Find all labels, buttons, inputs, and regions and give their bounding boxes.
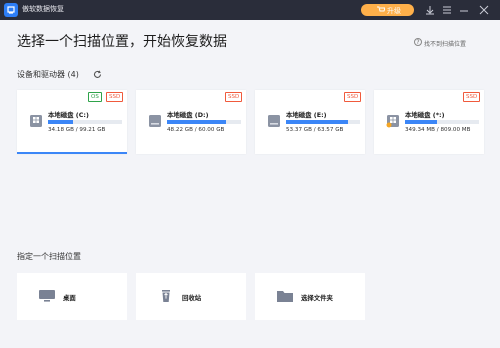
ssd-badge: SSD	[463, 92, 481, 102]
drive-size: 349.34 MB / 809.00 MB	[405, 127, 471, 133]
recycle-bin-icon	[162, 290, 170, 302]
upgrade-button[interactable]: 升级	[361, 4, 414, 16]
help-link[interactable]: 找不到扫描位置	[424, 39, 466, 48]
minimize-icon[interactable]	[458, 3, 470, 17]
drive-name: 本地磁盘 (*:)	[405, 111, 445, 119]
download-icon[interactable]	[424, 3, 436, 17]
drive-size: 34.18 GB / 99.21 GB	[48, 127, 106, 133]
windows-drive-warning-icon	[386, 115, 399, 128]
menu-icon[interactable]	[441, 3, 453, 17]
drive-name: 本地磁盘 (C:)	[48, 111, 89, 119]
ssd-badge: SSD	[225, 92, 243, 102]
location-recycle-bin[interactable]: 回收站	[136, 273, 246, 320]
page-title: 选择一个扫描位置，开始恢复数据	[17, 34, 227, 50]
desktop-icon	[39, 290, 55, 302]
drive-card-star[interactable]: SSD 本地磁盘 (*:) 349.34 MB / 809.00 MB	[374, 90, 484, 154]
drive-name: 本地磁盘 (E:)	[286, 111, 327, 119]
os-badge: OS	[88, 92, 102, 102]
refresh-icon[interactable]	[93, 70, 102, 79]
close-icon[interactable]	[478, 3, 490, 17]
drive-usage-bar	[167, 120, 241, 124]
drive-card-c[interactable]: OS SSD 本地磁盘 (C:) 34.18 GB / 99.21 GB	[17, 90, 127, 154]
drive-card-d[interactable]: SSD 本地磁盘 (D:) 48.22 GB / 60.00 GB	[136, 90, 246, 154]
ssd-badge: SSD	[106, 92, 124, 102]
devices-section-title: 设备和驱动器 (4)	[17, 70, 79, 79]
hard-drive-icon	[268, 115, 280, 127]
folder-icon	[277, 291, 293, 302]
location-desktop[interactable]: 桌面	[17, 273, 127, 320]
drive-usage-bar	[286, 120, 360, 124]
drive-usage-bar	[48, 120, 122, 124]
location-select-folder[interactable]: 选择文件夹	[255, 273, 365, 320]
drive-card-e[interactable]: SSD 本地磁盘 (E:) 53.37 GB / 63.57 GB	[255, 90, 365, 154]
location-label: 选择文件夹	[301, 294, 333, 302]
drive-name: 本地磁盘 (D:)	[167, 111, 209, 119]
location-label: 桌面	[63, 294, 76, 302]
cart-icon	[377, 6, 385, 12]
locations-section-title: 指定一个扫描位置	[17, 252, 81, 261]
drive-usage-bar	[405, 120, 479, 124]
drive-size: 48.22 GB / 60.00 GB	[167, 127, 225, 133]
windows-drive-icon	[30, 115, 42, 127]
ssd-badge: SSD	[344, 92, 362, 102]
hard-drive-icon	[149, 115, 161, 127]
title-bar: 傲软数据恢复 升级	[0, 0, 500, 20]
app-logo-icon	[4, 3, 18, 17]
help-icon[interactable]: ?	[414, 38, 422, 46]
app-title: 傲软数据恢复	[22, 5, 64, 13]
location-label: 回收站	[182, 294, 202, 302]
upgrade-label: 升级	[387, 7, 401, 15]
drive-size: 53.37 GB / 63.57 GB	[286, 127, 344, 133]
